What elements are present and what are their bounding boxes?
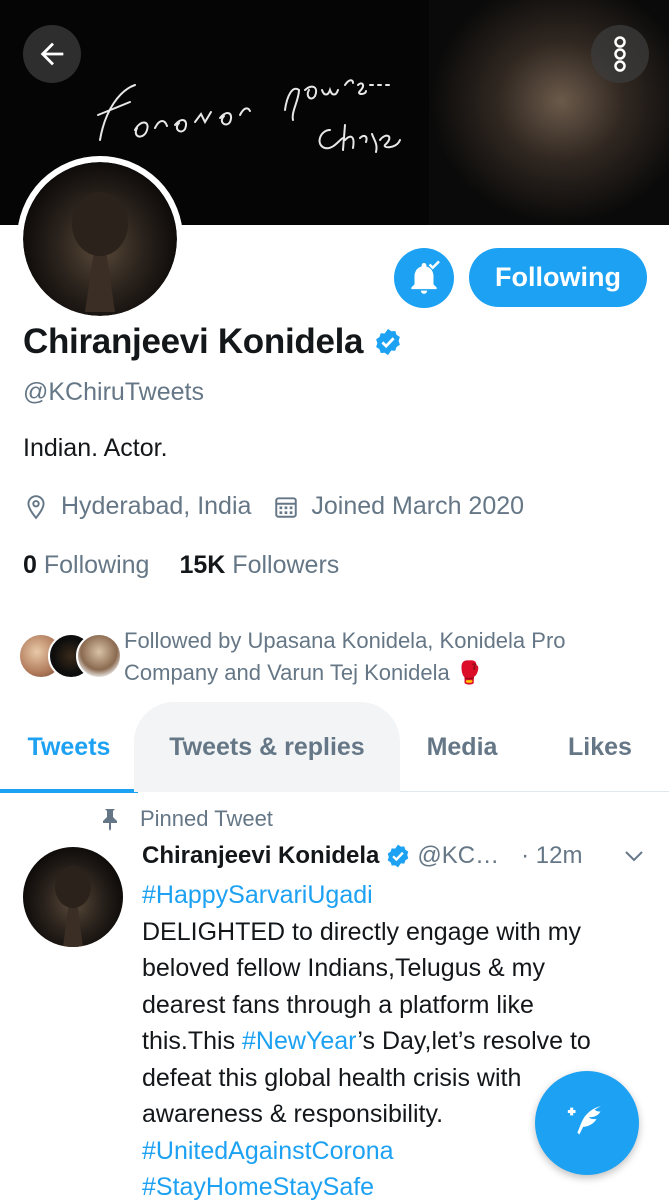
more-options-button[interactable] [591,25,649,83]
hashtag-link[interactable]: #HappySarvariUgadi [142,881,373,909]
tweet-author-handle: @KC… [417,842,500,869]
tweet-line: #HappySarvariUgadi [142,877,647,914]
tweet-line: #StayHomeStaySafe [142,1169,647,1200]
verified-badge-icon [388,844,409,868]
profile-name: Chiranjeevi Konidela [23,322,364,361]
tab-tweets[interactable]: Tweets [0,702,138,793]
profile-meta: Hyderabad, India Joined March 2020 [23,492,524,521]
followers-label: Followers [232,551,340,579]
tweet-timestamp: · 12m [521,842,583,869]
arrow-left-icon [40,42,64,66]
profile-tabs: Tweets Tweets & replies Media Likes [0,702,669,793]
tab-likes[interactable]: Likes [534,702,666,792]
followed-by-text: Followed by Upasana Konidela, Konidela P… [124,628,566,685]
profile-avatar[interactable] [17,156,183,322]
profile-bio: Indian. Actor. [23,434,168,462]
more-vertical-icon [614,36,626,72]
following-button[interactable]: Following [469,248,647,307]
following-label: Following [43,551,150,579]
hashtag-link[interactable]: #NewYear [242,1027,357,1055]
tweet-line: this.This #NewYear’s Day,let’s resolve t… [142,1027,591,1055]
tweet-line: dearest fans through a platform like [142,990,534,1019]
following-stat[interactable]: 0 Following [23,551,149,580]
compose-feather-icon [567,1105,603,1135]
back-button[interactable] [23,25,81,83]
verified-badge-icon [376,328,401,356]
calendar-icon [275,496,298,518]
pin-icon [103,809,117,831]
profile-joined: Joined March 2020 [311,492,525,520]
profile-name-row: Chiranjeevi Konidela [23,322,403,362]
tweet-header: Chiranjeevi Konidela @KC… · 12m [142,842,652,870]
followers-stat[interactable]: 15K Followers [179,551,339,580]
hashtag-link[interactable]: #UnitedAgainstCorona [142,1137,394,1165]
profile-location: Hyderabad, India [61,492,252,520]
profile-handle: @KChiruTweets [23,378,204,406]
compose-tweet-button[interactable] [535,1071,639,1175]
tab-tweets-replies[interactable]: Tweets & replies [134,702,400,792]
notifications-bell-button[interactable] [394,248,454,308]
tweet-line: beloved fellow Indians,Telugus & my [142,954,546,982]
chevron-down-icon[interactable] [622,848,646,864]
boxing-glove-icon: 🥊 [455,660,484,685]
following-count: 0 [23,551,37,579]
tab-media[interactable]: Media [400,702,524,792]
hashtag-link[interactable]: #StayHomeStaySafe [142,1173,374,1200]
followers-count: 15K [179,551,226,579]
avatar [76,633,122,679]
followed-by[interactable]: Followed by Upasana Konidela, Konidela P… [18,625,658,689]
tweet-author-name[interactable]: Chiranjeevi Konidela [142,842,379,870]
tweet-author-avatar[interactable] [23,847,123,947]
location-pin-icon [27,494,45,519]
profile-stats: 0 Following 15K Followers [23,551,339,580]
pinned-tweet-label: Pinned Tweet [100,806,273,832]
followed-by-avatars [18,625,122,685]
bell-check-icon [411,260,440,294]
tweet-line: DELIGHTED to directly engage with my [142,917,582,946]
